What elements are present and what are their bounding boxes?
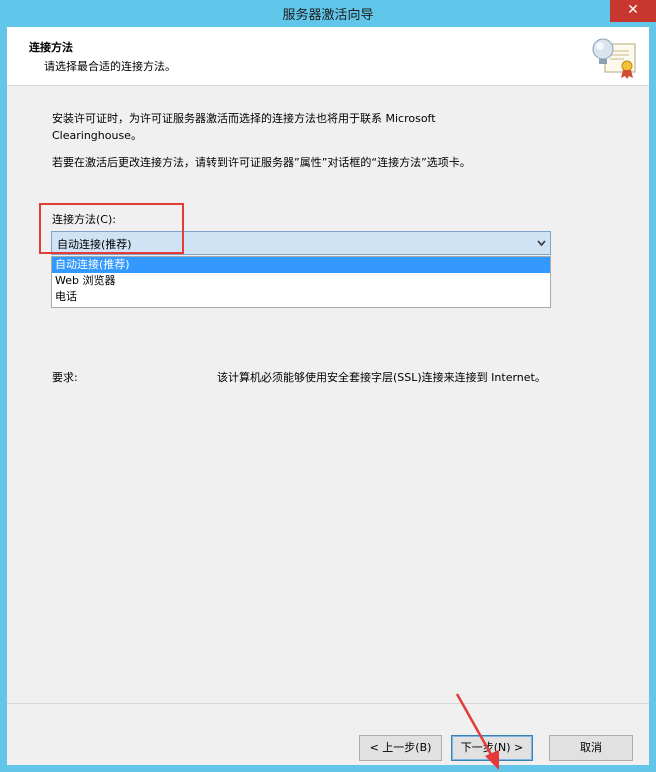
page-subtitle: 请选择最合适的连接方法。 — [44, 60, 176, 73]
footer-divider — [7, 703, 649, 704]
option-phone[interactable]: 电话 — [52, 289, 550, 305]
requirements-text: 该计算机必须能够使用安全套接字层(SSL)连接来连接到 Internet。 — [217, 371, 546, 384]
certificate-icon — [592, 38, 636, 79]
intro-paragraph: 安装许可证时，为许可证服务器激活而选择的连接方法也将用于联系 Microsoft… — [52, 112, 436, 142]
wizard-dialog: 连接方法 请选择最合适的连接方法。 安装许可证时，为许可证服务器激活而选择的连接… — [7, 27, 649, 770]
title-bar: 服务器激活向导 ✕ — [0, 0, 656, 27]
chevron-down-icon[interactable] — [536, 237, 547, 249]
cancel-button[interactable]: 取消 — [549, 735, 633, 761]
connection-method-dropdown-list: 自动连接(推荐) Web 浏览器 电话 — [51, 256, 551, 308]
change-method-paragraph: 若要在激活后更改连接方法，请转到许可证服务器”属性”对话框的“连接方法”选项卡。 — [52, 156, 471, 169]
window-title: 服务器激活向导 — [282, 8, 374, 23]
option-web-browser[interactable]: Web 浏览器 — [52, 273, 550, 289]
close-button[interactable]: ✕ — [610, 0, 656, 22]
annotation-arrow-icon — [455, 693, 499, 770]
option-automatic[interactable]: 自动连接(推荐) — [52, 257, 550, 273]
wizard-header: 连接方法 请选择最合适的连接方法。 — [7, 27, 649, 86]
annotation-highlight-box — [39, 203, 184, 254]
back-button[interactable]: < 上一步(B) — [359, 735, 442, 761]
requirements-label: 要求: — [52, 371, 78, 384]
page-title: 连接方法 — [29, 41, 73, 54]
